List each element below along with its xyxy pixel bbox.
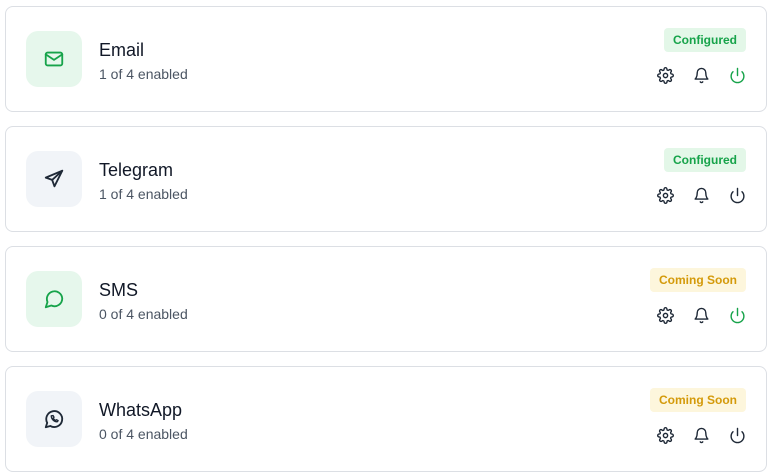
- channel-list: Email 1 of 4 enabled Configured Telegram…: [0, 0, 775, 476]
- channel-enabled-count: 0 of 4 enabled: [99, 306, 188, 322]
- channel-card-sms[interactable]: SMS 0 of 4 enabled Coming Soon: [5, 246, 767, 352]
- bell-icon[interactable]: [692, 424, 710, 446]
- channel-actions: [656, 64, 746, 86]
- channel-enabled-count: 1 of 4 enabled: [99, 186, 188, 202]
- channel-card-email[interactable]: Email 1 of 4 enabled Configured: [5, 6, 767, 112]
- channel-card-whatsapp[interactable]: WhatsApp 0 of 4 enabled Coming Soon: [5, 366, 767, 472]
- power-toggle-icon[interactable]: [728, 64, 746, 86]
- status-badge: Coming Soon: [650, 268, 746, 292]
- power-toggle-icon[interactable]: [728, 304, 746, 326]
- status-badge: Coming Soon: [650, 388, 746, 412]
- status-badge: Configured: [664, 28, 746, 52]
- channel-enabled-count: 0 of 4 enabled: [99, 426, 188, 442]
- power-toggle-icon[interactable]: [728, 184, 746, 206]
- mail-icon: [26, 31, 82, 87]
- power-toggle-icon[interactable]: [728, 424, 746, 446]
- channel-name: SMS: [99, 280, 139, 300]
- send-icon: [26, 151, 82, 207]
- settings-gear-icon[interactable]: [656, 424, 674, 446]
- status-badge: Configured: [664, 148, 746, 172]
- channel-enabled-count: 1 of 4 enabled: [99, 66, 188, 82]
- settings-gear-icon[interactable]: [656, 184, 674, 206]
- whatsapp-icon: [26, 391, 82, 447]
- channel-actions: [656, 304, 746, 326]
- channel-actions: [656, 184, 746, 206]
- channel-name: Telegram: [99, 160, 174, 180]
- channel-actions: [656, 424, 746, 446]
- message-circle-icon: [26, 271, 82, 327]
- settings-gear-icon[interactable]: [656, 64, 674, 86]
- bell-icon[interactable]: [692, 184, 710, 206]
- channel-name: Email: [99, 40, 145, 60]
- channel-name: WhatsApp: [99, 400, 183, 420]
- settings-gear-icon[interactable]: [656, 304, 674, 326]
- bell-icon[interactable]: [692, 304, 710, 326]
- channel-card-telegram[interactable]: Telegram 1 of 4 enabled Configured: [5, 126, 767, 232]
- bell-icon[interactable]: [692, 64, 710, 86]
